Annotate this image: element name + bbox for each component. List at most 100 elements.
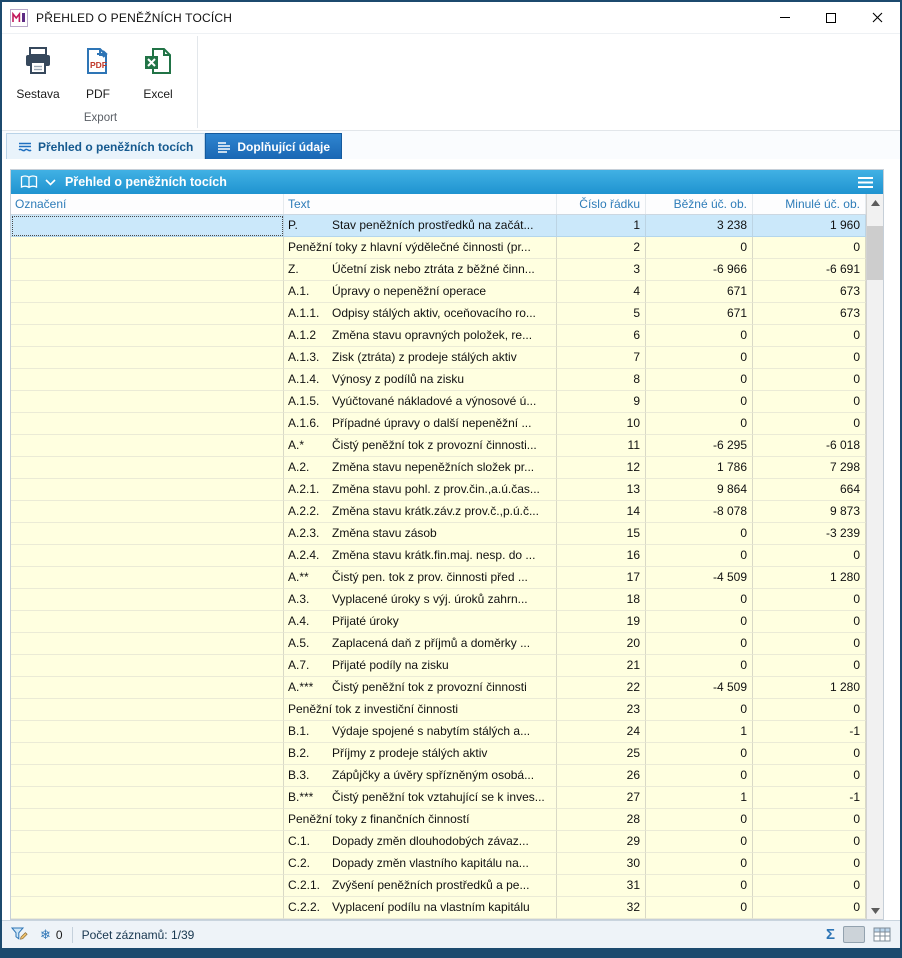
cell-oznaceni[interactable] xyxy=(11,369,284,391)
cell-line-number[interactable]: 29 xyxy=(557,831,646,853)
table-row[interactable]: A.4. Přijaté úroky 19 0 0 xyxy=(11,611,866,633)
cell-previous-period[interactable]: 0 xyxy=(753,589,866,611)
scrollbar-thumb[interactable] xyxy=(867,226,883,280)
table-row[interactable]: Peněžní tok z investiční činnosti 23 0 0 xyxy=(11,699,866,721)
cell-line-number[interactable]: 3 xyxy=(557,259,646,281)
cell-previous-period[interactable]: -1 xyxy=(753,787,866,809)
cell-line-number[interactable]: 16 xyxy=(557,545,646,567)
cell-line-number[interactable]: 22 xyxy=(557,677,646,699)
cell-current-period[interactable]: 0 xyxy=(646,589,753,611)
cell-text[interactable]: C.2.1. Zvýšení peněžních prostředků a pe.… xyxy=(284,875,557,897)
cell-previous-period[interactable]: 0 xyxy=(753,369,866,391)
cell-previous-period[interactable]: 1 280 xyxy=(753,677,866,699)
cell-previous-period[interactable]: 0 xyxy=(753,391,866,413)
cell-current-period[interactable]: 0 xyxy=(646,809,753,831)
cell-oznaceni[interactable] xyxy=(11,611,284,633)
cell-current-period[interactable]: -8 078 xyxy=(646,501,753,523)
cell-oznaceni[interactable] xyxy=(11,281,284,303)
cell-oznaceni[interactable] xyxy=(11,743,284,765)
cell-oznaceni[interactable] xyxy=(11,479,284,501)
table-row[interactable]: A.3. Vyplacené úroky s výj. úroků zahrn..… xyxy=(11,589,866,611)
menu-icon[interactable] xyxy=(857,176,874,189)
cell-oznaceni[interactable] xyxy=(11,523,284,545)
cell-line-number[interactable]: 10 xyxy=(557,413,646,435)
cell-current-period[interactable]: 0 xyxy=(646,369,753,391)
cell-current-period[interactable]: 1 xyxy=(646,721,753,743)
table-row[interactable]: A.1.3. Zisk (ztráta) z prodeje stálých ak… xyxy=(11,347,866,369)
cell-line-number[interactable]: 2 xyxy=(557,237,646,259)
cell-text[interactable]: A.2. Změna stavu nepeněžních složek pr... xyxy=(284,457,557,479)
cell-current-period[interactable]: 0 xyxy=(646,831,753,853)
cell-oznaceni[interactable] xyxy=(11,413,284,435)
table-row[interactable]: P. Stav peněžních prostředků na začát... … xyxy=(11,215,866,237)
cell-oznaceni[interactable] xyxy=(11,501,284,523)
cell-text[interactable]: A.2.3. Změna stavu zásob xyxy=(284,523,557,545)
table-row[interactable]: A.5. Zaplacená daň z příjmů a doměrky ...… xyxy=(11,633,866,655)
table-row[interactable]: C.2.2. Vyplacení podílu na vlastním kapit… xyxy=(11,897,866,919)
cell-oznaceni[interactable] xyxy=(11,765,284,787)
table-row[interactable]: B.*** Čistý peněžní tok vztahující se k i… xyxy=(11,787,866,809)
cell-oznaceni[interactable] xyxy=(11,567,284,589)
cell-oznaceni[interactable] xyxy=(11,721,284,743)
cell-text[interactable]: A.1.1. Odpisy stálých aktiv, oceňovacího … xyxy=(284,303,557,325)
cell-text[interactable]: A.3. Vyplacené úroky s výj. úroků zahrn..… xyxy=(284,589,557,611)
cell-previous-period[interactable]: 0 xyxy=(753,743,866,765)
cell-text[interactable]: B.2. Příjmy z prodeje stálých aktiv xyxy=(284,743,557,765)
cell-current-period[interactable]: 671 xyxy=(646,281,753,303)
table-row[interactable]: A.** Čistý pen. tok z prov. činnosti před… xyxy=(11,567,866,589)
cell-previous-period[interactable]: 0 xyxy=(753,853,866,875)
cell-text[interactable]: C.2.2. Vyplacení podílu na vlastním kapit… xyxy=(284,897,557,919)
table-row[interactable]: A.1.5. Vyúčtované nákladové a výnosové ú.… xyxy=(11,391,866,413)
cell-line-number[interactable]: 7 xyxy=(557,347,646,369)
cell-text[interactable]: Peněžní tok z investiční činnosti xyxy=(284,699,557,721)
cell-line-number[interactable]: 25 xyxy=(557,743,646,765)
cell-previous-period[interactable]: 1 960 xyxy=(753,215,866,237)
table-row[interactable]: A.2.2. Změna stavu krátk.záv.z prov.č.,p.… xyxy=(11,501,866,523)
cell-current-period[interactable]: 0 xyxy=(646,743,753,765)
table-row[interactable]: A.7. Přijaté podíly na zisku 21 0 0 xyxy=(11,655,866,677)
cell-previous-period[interactable]: 1 280 xyxy=(753,567,866,589)
cell-current-period[interactable]: 0 xyxy=(646,765,753,787)
cell-oznaceni[interactable] xyxy=(11,391,284,413)
cell-previous-period[interactable]: 0 xyxy=(753,831,866,853)
cell-line-number[interactable]: 26 xyxy=(557,765,646,787)
cell-current-period[interactable]: -4 509 xyxy=(646,567,753,589)
cell-text[interactable]: A.1.3. Zisk (ztráta) z prodeje stálých ak… xyxy=(284,347,557,369)
cell-line-number[interactable]: 15 xyxy=(557,523,646,545)
cell-line-number[interactable]: 28 xyxy=(557,809,646,831)
column-header-oznaceni[interactable]: Označení xyxy=(11,194,284,214)
cell-current-period[interactable]: -6 295 xyxy=(646,435,753,457)
cell-line-number[interactable]: 24 xyxy=(557,721,646,743)
cell-text[interactable]: B.1. Výdaje spojené s nabytím stálých a..… xyxy=(284,721,557,743)
table-row[interactable]: A.1.6. Případné úpravy o další nepeněžní … xyxy=(11,413,866,435)
sestava-button[interactable]: Sestava xyxy=(8,41,68,107)
cell-current-period[interactable]: -4 509 xyxy=(646,677,753,699)
cell-line-number[interactable]: 14 xyxy=(557,501,646,523)
table-row[interactable]: C.2. Dopady změn vlastního kapitálu na...… xyxy=(11,853,866,875)
cell-previous-period[interactable]: 673 xyxy=(753,303,866,325)
table-row[interactable]: A.1.1. Odpisy stálých aktiv, oceňovacího … xyxy=(11,303,866,325)
cell-current-period[interactable]: 0 xyxy=(646,413,753,435)
table-row[interactable]: A.2.4. Změna stavu krátk.fin.maj. nesp. d… xyxy=(11,545,866,567)
tab-doplnujici-udaje[interactable]: Doplňující údaje xyxy=(205,133,343,159)
table-row[interactable]: C.2.1. Zvýšení peněžních prostředků a pe.… xyxy=(11,875,866,897)
column-header-minule-obdobi[interactable]: Minulé úč. ob. xyxy=(753,194,866,214)
cell-previous-period[interactable]: 664 xyxy=(753,479,866,501)
cell-text[interactable]: A.4. Přijaté úroky xyxy=(284,611,557,633)
cell-line-number[interactable]: 11 xyxy=(557,435,646,457)
cell-line-number[interactable]: 8 xyxy=(557,369,646,391)
gray-toggle-button[interactable] xyxy=(843,926,865,943)
cell-oznaceni[interactable] xyxy=(11,655,284,677)
cell-oznaceni[interactable] xyxy=(11,347,284,369)
cell-text[interactable]: A.1. Úpravy o nepeněžní operace xyxy=(284,281,557,303)
cell-line-number[interactable]: 21 xyxy=(557,655,646,677)
cell-previous-period[interactable]: 0 xyxy=(753,413,866,435)
excel-export-button[interactable]: Excel xyxy=(128,41,188,107)
table-row[interactable]: A.1. Úpravy o nepeněžní operace 4 671 673 xyxy=(11,281,866,303)
table-row[interactable]: C.1. Dopady změn dlouhodobých závaz... 29… xyxy=(11,831,866,853)
table-row[interactable]: B.3. Zápůjčky a úvěry spřízněným osobá...… xyxy=(11,765,866,787)
cell-line-number[interactable]: 27 xyxy=(557,787,646,809)
cell-oznaceni[interactable] xyxy=(11,875,284,897)
table-row[interactable]: B.2. Příjmy z prodeje stálých aktiv 25 0 … xyxy=(11,743,866,765)
column-header-bezne-obdobi[interactable]: Běžné úč. ob. xyxy=(646,194,753,214)
